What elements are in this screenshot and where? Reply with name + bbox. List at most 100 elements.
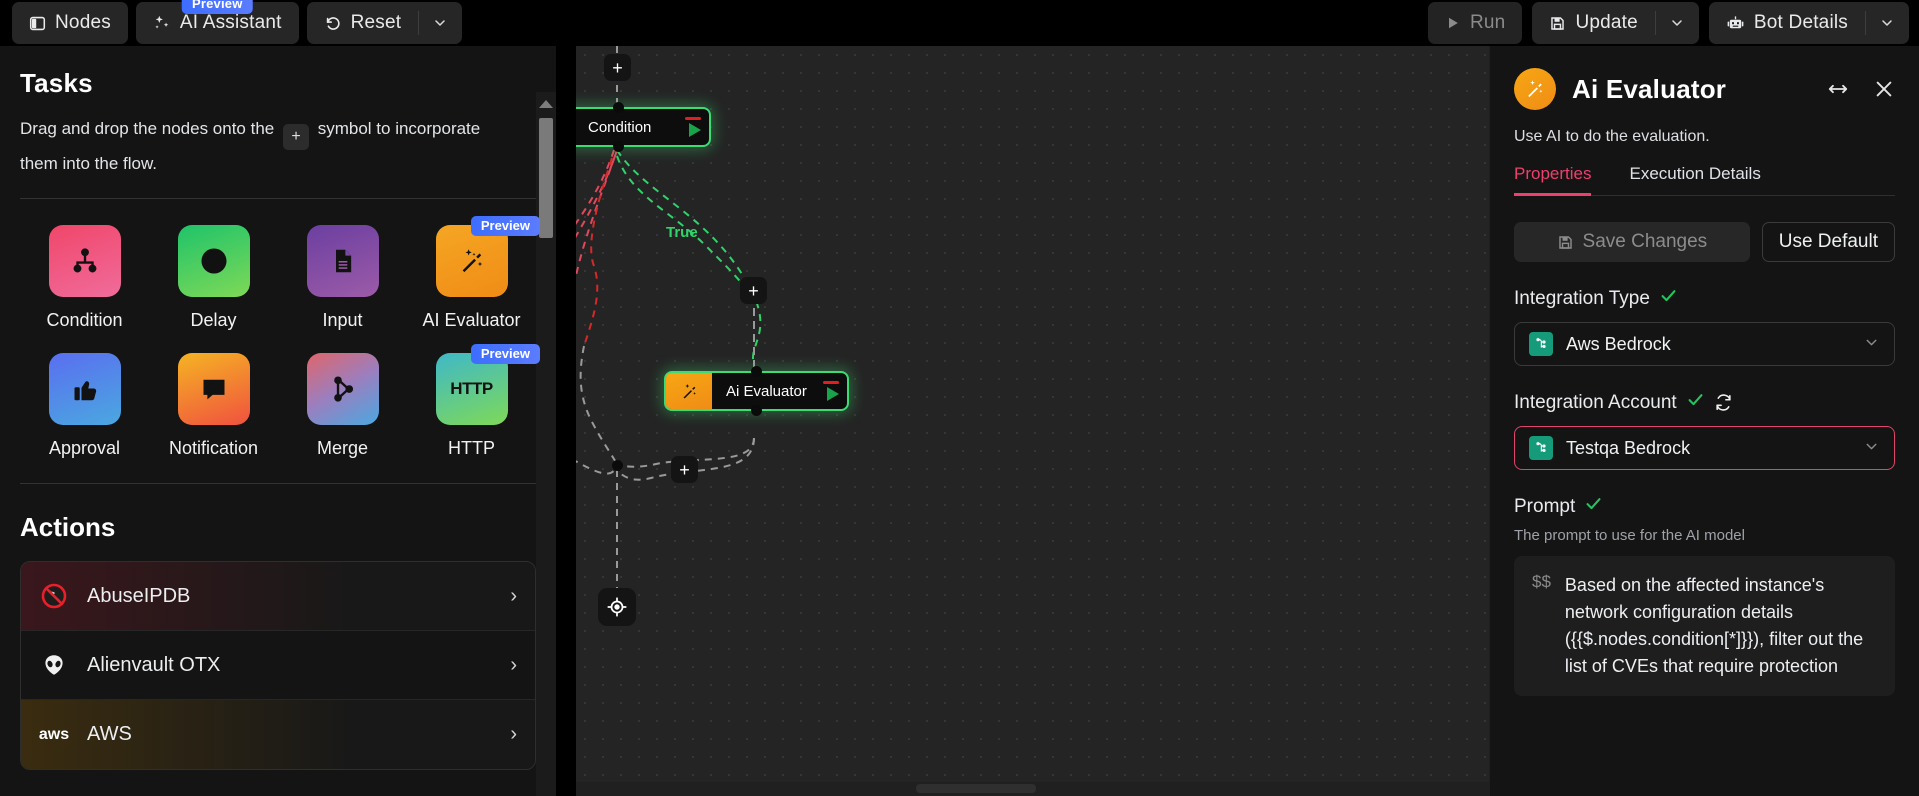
node-tile-merge[interactable]: Merge (278, 353, 407, 459)
node-port-bottom[interactable] (612, 141, 624, 152)
sidebar-scrollbar-thumb[interactable] (539, 118, 553, 238)
integration-type-select[interactable]: Aws Bedrock (1514, 322, 1895, 366)
flow-node-status-marks (823, 373, 839, 409)
play-icon (1445, 15, 1461, 31)
integration-type-label: Integration Type (1514, 287, 1650, 309)
action-row-alienvault-otx[interactable]: Alienvault OTX › (21, 631, 535, 700)
close-icon[interactable] (1873, 78, 1895, 100)
prompt-hint: The prompt to use for the AI model (1514, 527, 1745, 544)
alien-icon (39, 650, 69, 680)
sidebar-content: Tasks Drag and drop the nodes onto the +… (0, 46, 556, 770)
add-node-button-merge[interactable]: + (671, 456, 698, 483)
workflow-canvas[interactable]: + Condition True False + (576, 46, 1489, 782)
scroll-up-arrow-icon[interactable] (539, 100, 553, 108)
node-tile-notification[interactable]: Notification (149, 353, 278, 459)
action-row-abuseipdb[interactable]: AbuseIPDB › (21, 562, 535, 631)
plus-symbol-chip: + (282, 124, 309, 150)
flow-node-ai-evaluator[interactable]: Ai Evaluator (664, 366, 849, 416)
node-swatch-http: HTTP (435, 353, 508, 425)
bot-details-button-group: Bot Details (1708, 2, 1909, 44)
flow-edges-overlay (579, 157, 618, 465)
node-swatch-approval (48, 353, 121, 425)
thumbs-up-icon (70, 374, 100, 404)
panel-header: Ai Evaluator (1514, 68, 1895, 110)
add-node-button-top[interactable]: + (604, 54, 631, 81)
ai-assistant-button[interactable]: Preview AI Assistant (135, 0, 299, 44)
node-label-input: Input (322, 310, 363, 330)
tab-execution-details[interactable]: Execution Details (1629, 164, 1760, 195)
nodes-button-label: Nodes (55, 12, 111, 33)
flow-node-body-ai-evaluator: Ai Evaluator (712, 373, 847, 409)
node-tile-approval[interactable]: Approval (20, 353, 149, 459)
refresh-icon[interactable] (1714, 393, 1733, 412)
node-tile-input[interactable]: Input (278, 225, 407, 331)
sidebar-divider-1 (20, 198, 536, 199)
save-icon (1549, 15, 1566, 32)
flow-edges-visible (576, 46, 755, 594)
node-tile-ai-evaluator[interactable]: Preview AI Evaluator (407, 216, 540, 331)
reset-dropdown-toggle[interactable] (418, 2, 462, 44)
undo-icon (324, 14, 342, 32)
abuseipdb-icon (39, 581, 69, 611)
bedrock-chip-icon (1529, 436, 1553, 460)
reset-button-label: Reset (350, 12, 402, 33)
sidebar-scrollbar[interactable] (536, 92, 556, 796)
run-node-icon[interactable] (689, 123, 701, 137)
plus-glyph: + (679, 459, 690, 480)
node-tile-delay[interactable]: Delay (149, 225, 278, 331)
node-tile-http[interactable]: Preview HTTP HTTP (407, 344, 540, 459)
actions-heading: Actions (20, 512, 116, 542)
sidebar-divider-2 (20, 483, 536, 484)
prompt-label: Prompt (1514, 495, 1576, 517)
arrows-horizontal-icon[interactable] (1827, 78, 1849, 100)
panel-tabs: Properties Execution Details (1514, 164, 1895, 196)
integration-type-label-row: Integration Type (1514, 286, 1895, 311)
flow-node-body-condition: Condition (576, 109, 709, 145)
plus-glyph: + (612, 57, 623, 78)
tasks-description: Drag and drop the nodes onto the + symbo… (20, 115, 500, 178)
node-palette-grid: Condition Delay Input Preview AI Evaluat… (20, 216, 540, 459)
node-label-delay: Delay (190, 310, 237, 330)
tab-properties[interactable]: Properties (1514, 164, 1592, 196)
integration-account-select[interactable]: Testqa Bedrock (1514, 426, 1895, 470)
flow-end-target-button[interactable] (598, 588, 636, 626)
action-label-abuseipdb: AbuseIPDB (87, 584, 191, 607)
node-port-bottom[interactable] (750, 405, 762, 416)
left-sidebar: Tasks Drag and drop the nodes onto the +… (0, 46, 556, 796)
integration-account-value: Testqa Bedrock (1566, 437, 1691, 458)
flow-edges (576, 46, 762, 591)
magic-wand-icon (457, 246, 487, 276)
reset-button-group: Reset (306, 2, 463, 44)
reset-button[interactable]: Reset (307, 2, 419, 44)
update-dropdown-toggle[interactable] (1654, 2, 1699, 44)
prompt-input[interactable]: $$ Based on the affected instance's netw… (1514, 556, 1895, 696)
canvas-scrollbar-thumb[interactable] (916, 784, 1036, 793)
node-label-approval: Approval (48, 438, 121, 458)
run-button[interactable]: Run (1427, 2, 1523, 44)
update-button[interactable]: Update (1532, 2, 1654, 44)
toolbar-left-group: Nodes Preview AI Assistant Reset (0, 0, 463, 44)
use-default-button[interactable]: Use Default (1761, 222, 1895, 262)
node-label-ai-evaluator: AI Evaluator (422, 310, 521, 330)
action-row-aws[interactable]: aws AWS › (21, 700, 535, 769)
save-changes-button[interactable]: Save Changes (1514, 222, 1750, 262)
error-dash-icon (685, 117, 701, 120)
panel-header-actions (1827, 78, 1895, 100)
bot-details-button[interactable]: Bot Details (1709, 2, 1865, 44)
add-node-button-true-branch[interactable]: + (740, 277, 767, 304)
flow-node-condition[interactable]: Condition (576, 102, 711, 152)
canvas-horizontal-scrollbar[interactable] (576, 782, 1489, 796)
node-tile-condition[interactable]: Condition (20, 225, 149, 331)
panel-subtitle: Use AI to do the evaluation. (1514, 128, 1710, 145)
nodes-button[interactable]: Nodes (12, 2, 128, 44)
bot-details-dropdown-toggle[interactable] (1865, 2, 1909, 44)
actions-list: AbuseIPDB › Alienvault OTX › aws AWS › (20, 561, 536, 770)
ai-assistant-button-label: AI Assistant (179, 12, 282, 33)
run-node-icon[interactable] (827, 387, 839, 401)
node-label-notification: Notification (168, 438, 259, 458)
update-button-label: Update (1575, 12, 1638, 33)
merge-icon (328, 374, 358, 404)
top-toolbar: Nodes Preview AI Assistant Reset Run Upd… (0, 0, 1919, 46)
panel-button-row: Save Changes Use Default (1514, 222, 1895, 262)
check-icon (1584, 494, 1603, 519)
